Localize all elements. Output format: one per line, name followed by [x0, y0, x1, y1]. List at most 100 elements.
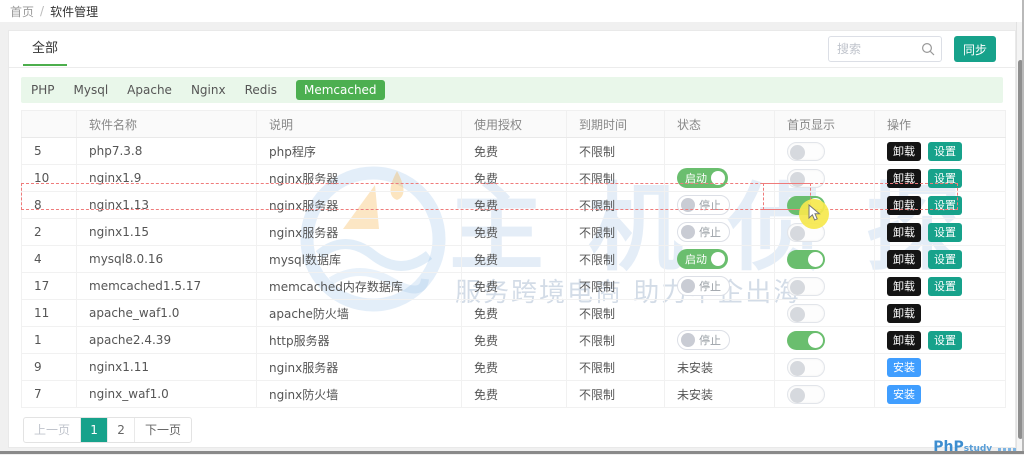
- uninstall-button[interactable]: 卸载: [887, 222, 921, 242]
- home-display-toggle[interactable]: [787, 384, 825, 404]
- home-display-toggle[interactable]: [787, 168, 825, 188]
- actions-cell: 卸载 设置: [874, 245, 1006, 273]
- status-stopped-toggle[interactable]: 停止: [677, 195, 730, 215]
- uninstall-button[interactable]: 卸载: [887, 141, 921, 161]
- actions-cell: 安装: [874, 380, 1006, 408]
- settings-button[interactable]: 设置: [928, 168, 962, 188]
- toggle-knob: [790, 225, 805, 241]
- actions-cell: 卸载 设置: [874, 137, 1006, 165]
- actions-cell: 安装: [874, 353, 1006, 381]
- home-display-toggle[interactable]: [787, 276, 825, 296]
- search-box: [827, 36, 942, 62]
- install-button[interactable]: 安装: [887, 357, 921, 377]
- software-name-cell: nginx_waf1.0: [76, 380, 257, 408]
- settings-button[interactable]: 设置: [928, 249, 962, 269]
- status-stopped-toggle[interactable]: 停止: [677, 222, 730, 242]
- status-running-toggle[interactable]: 启动: [677, 168, 728, 188]
- expire-cell: 不限制: [566, 299, 665, 327]
- expire-cell: 不限制: [566, 272, 665, 300]
- expire-cell: 不限制: [566, 164, 665, 192]
- license-cell: 免费: [461, 218, 567, 246]
- settings-button[interactable]: 设置: [928, 195, 962, 215]
- status-label: 启动: [685, 253, 707, 266]
- home-display-toggle[interactable]: [787, 303, 825, 323]
- tabs-bar: 全部 同步: [9, 31, 1015, 68]
- status-cell: [664, 299, 775, 327]
- settings-button[interactable]: 设置: [928, 276, 962, 296]
- sync-button[interactable]: 同步: [953, 36, 996, 62]
- expire-cell: 不限制: [566, 353, 665, 381]
- software-desc-cell: apache防火墙: [256, 299, 462, 327]
- uninstall-button[interactable]: 卸载: [887, 330, 921, 350]
- row-id-cell: 10: [21, 164, 77, 192]
- breadcrumb-current: 软件管理: [50, 4, 99, 19]
- uninstall-button[interactable]: 卸载: [887, 276, 921, 296]
- uninstall-button[interactable]: 卸载: [887, 249, 921, 269]
- home-display-cell: [774, 353, 875, 381]
- pagination-page-2[interactable]: 2: [108, 418, 136, 442]
- actions-cell: 卸载 设置: [874, 272, 1006, 300]
- install-button[interactable]: 安装: [887, 384, 921, 404]
- home-display-toggle[interactable]: [787, 195, 825, 215]
- settings-button[interactable]: 设置: [928, 141, 962, 161]
- pagination-prev[interactable]: 上一页: [24, 418, 82, 442]
- status-stopped-toggle[interactable]: 停止: [677, 330, 730, 350]
- toggle-knob: [681, 198, 695, 212]
- uninstall-button[interactable]: 卸载: [887, 303, 921, 323]
- home-display-toggle[interactable]: [787, 249, 825, 269]
- breadcrumb: 首页 / 软件管理: [0, 0, 1024, 22]
- license-cell: 免费: [461, 191, 567, 219]
- search-icon[interactable]: [920, 41, 936, 57]
- expire-cell: 不限制: [566, 245, 665, 273]
- row-id-cell: 8: [21, 191, 77, 219]
- home-display-toggle[interactable]: [787, 222, 825, 242]
- breadcrumb-separator: /: [40, 4, 45, 18]
- license-cell: 免费: [461, 299, 567, 327]
- status-cell: 启动: [664, 245, 775, 273]
- status-stopped-toggle[interactable]: 停止: [677, 276, 730, 296]
- toggle-knob: [808, 251, 823, 267]
- settings-button[interactable]: 设置: [928, 222, 962, 242]
- column-header: 说明: [256, 110, 462, 138]
- toggle-knob: [711, 252, 725, 266]
- column-header: 软件名称: [76, 110, 257, 138]
- status-running-toggle[interactable]: 启动: [677, 249, 728, 269]
- breadcrumb-home-link[interactable]: 首页: [10, 3, 34, 20]
- pagination-page-1[interactable]: 1: [81, 418, 109, 442]
- uninstall-button[interactable]: 卸载: [887, 195, 921, 215]
- toggle-knob: [790, 360, 805, 376]
- software-name-cell: nginx1.11: [76, 353, 257, 381]
- status-cell: 停止: [664, 326, 775, 354]
- license-cell: 免费: [461, 164, 567, 192]
- status-not-installed-label: 未安装: [677, 387, 714, 402]
- filter-item-redis[interactable]: Redis: [245, 83, 277, 97]
- expire-cell: 不限制: [566, 218, 665, 246]
- status-label: 停止: [699, 226, 721, 239]
- filter-item-nginx[interactable]: Nginx: [191, 83, 226, 97]
- settings-button[interactable]: 设置: [928, 330, 962, 350]
- software-name-cell: nginx1.13: [76, 191, 257, 219]
- filter-item-php[interactable]: PHP: [31, 83, 55, 97]
- uninstall-button[interactable]: 卸载: [887, 168, 921, 188]
- table-row: 11 apache_waf1.0 apache防火墙 免费 不限制 卸载: [21, 299, 1006, 327]
- status-label: 启动: [685, 172, 707, 185]
- filter-bar: PHP Mysql Apache Nginx Redis Memcached: [21, 77, 1003, 103]
- table-row: 10 nginx1.9 nginx服务器 免费 不限制 启动 卸载 设置: [21, 164, 1006, 192]
- column-header: 操作: [874, 110, 1006, 138]
- table-row: 4 mysql8.0.16 mysql数据库 免费 不限制 启动 卸载 设置: [21, 245, 1006, 273]
- home-display-toggle[interactable]: [787, 141, 825, 161]
- column-header: 状态: [664, 110, 775, 138]
- filter-item-active-memcached[interactable]: Memcached: [295, 80, 385, 100]
- filter-item-apache[interactable]: Apache: [127, 83, 172, 97]
- home-display-toggle[interactable]: [787, 357, 825, 377]
- pagination-next[interactable]: 下一页: [135, 418, 191, 442]
- home-display-cell: [774, 245, 875, 273]
- tab-all[interactable]: 全部: [23, 32, 68, 66]
- software-desc-cell: php程序: [256, 137, 462, 165]
- home-display-toggle[interactable]: [787, 330, 825, 350]
- filter-item-mysql[interactable]: Mysql: [74, 83, 109, 97]
- status-label: 停止: [699, 280, 721, 293]
- home-display-cell: [774, 380, 875, 408]
- table-row: 1 apache2.4.39 http服务器 免费 不限制 停止 卸载 设置: [21, 326, 1006, 354]
- row-id-cell: 2: [21, 218, 77, 246]
